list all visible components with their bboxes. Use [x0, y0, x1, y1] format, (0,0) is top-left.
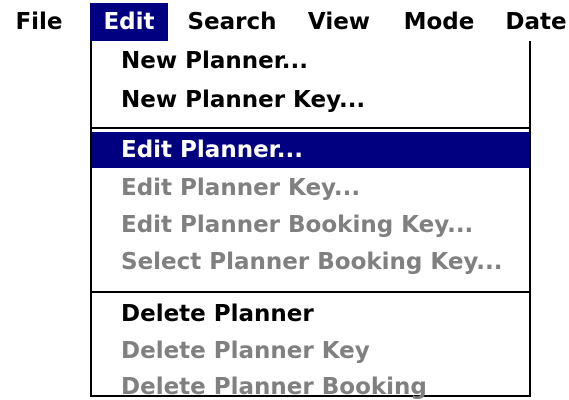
- edit-dropdown-menu: New Planner... New Planner Key... Edit P…: [90, 41, 531, 400]
- menu-search-label: Search: [187, 9, 277, 35]
- menu-item-delete-planner-key[interactable]: Delete Planner Key: [92, 333, 529, 369]
- menu-item-edit-planner-booking-key[interactable]: Edit Planner Booking Key...: [92, 207, 529, 243]
- menu-edit[interactable]: Edit: [90, 3, 168, 41]
- menu-mode[interactable]: Mode: [399, 3, 479, 41]
- menu-separator: [92, 127, 529, 129]
- menu-edit-label: Edit: [103, 9, 155, 35]
- menu-item-delete-planner-booking[interactable]: Delete Planner Booking: [92, 369, 529, 400]
- menu-mode-label: Mode: [403, 9, 475, 35]
- menu-item-select-planner-booking-key[interactable]: Select Planner Booking Key...: [92, 244, 529, 280]
- menu-file-label: File: [15, 9, 63, 35]
- menu-separator: [92, 291, 529, 293]
- menu-item-new-planner-key[interactable]: New Planner Key...: [92, 82, 529, 118]
- menu-item-delete-planner[interactable]: Delete Planner: [92, 296, 529, 332]
- menu-item-edit-planner[interactable]: Edit Planner...: [92, 132, 529, 168]
- menu-view[interactable]: View: [305, 3, 373, 41]
- menu-view-label: View: [307, 9, 371, 35]
- menu-date[interactable]: Date: [503, 3, 569, 41]
- menu-file[interactable]: File: [3, 3, 75, 41]
- menu-bar: File Edit Search View Mode Date: [0, 0, 569, 44]
- menu-item-edit-planner-key[interactable]: Edit Planner Key...: [92, 170, 529, 206]
- menu-search[interactable]: Search: [184, 3, 280, 41]
- menu-date-label: Date: [505, 9, 567, 35]
- menu-item-new-planner[interactable]: New Planner...: [92, 43, 529, 79]
